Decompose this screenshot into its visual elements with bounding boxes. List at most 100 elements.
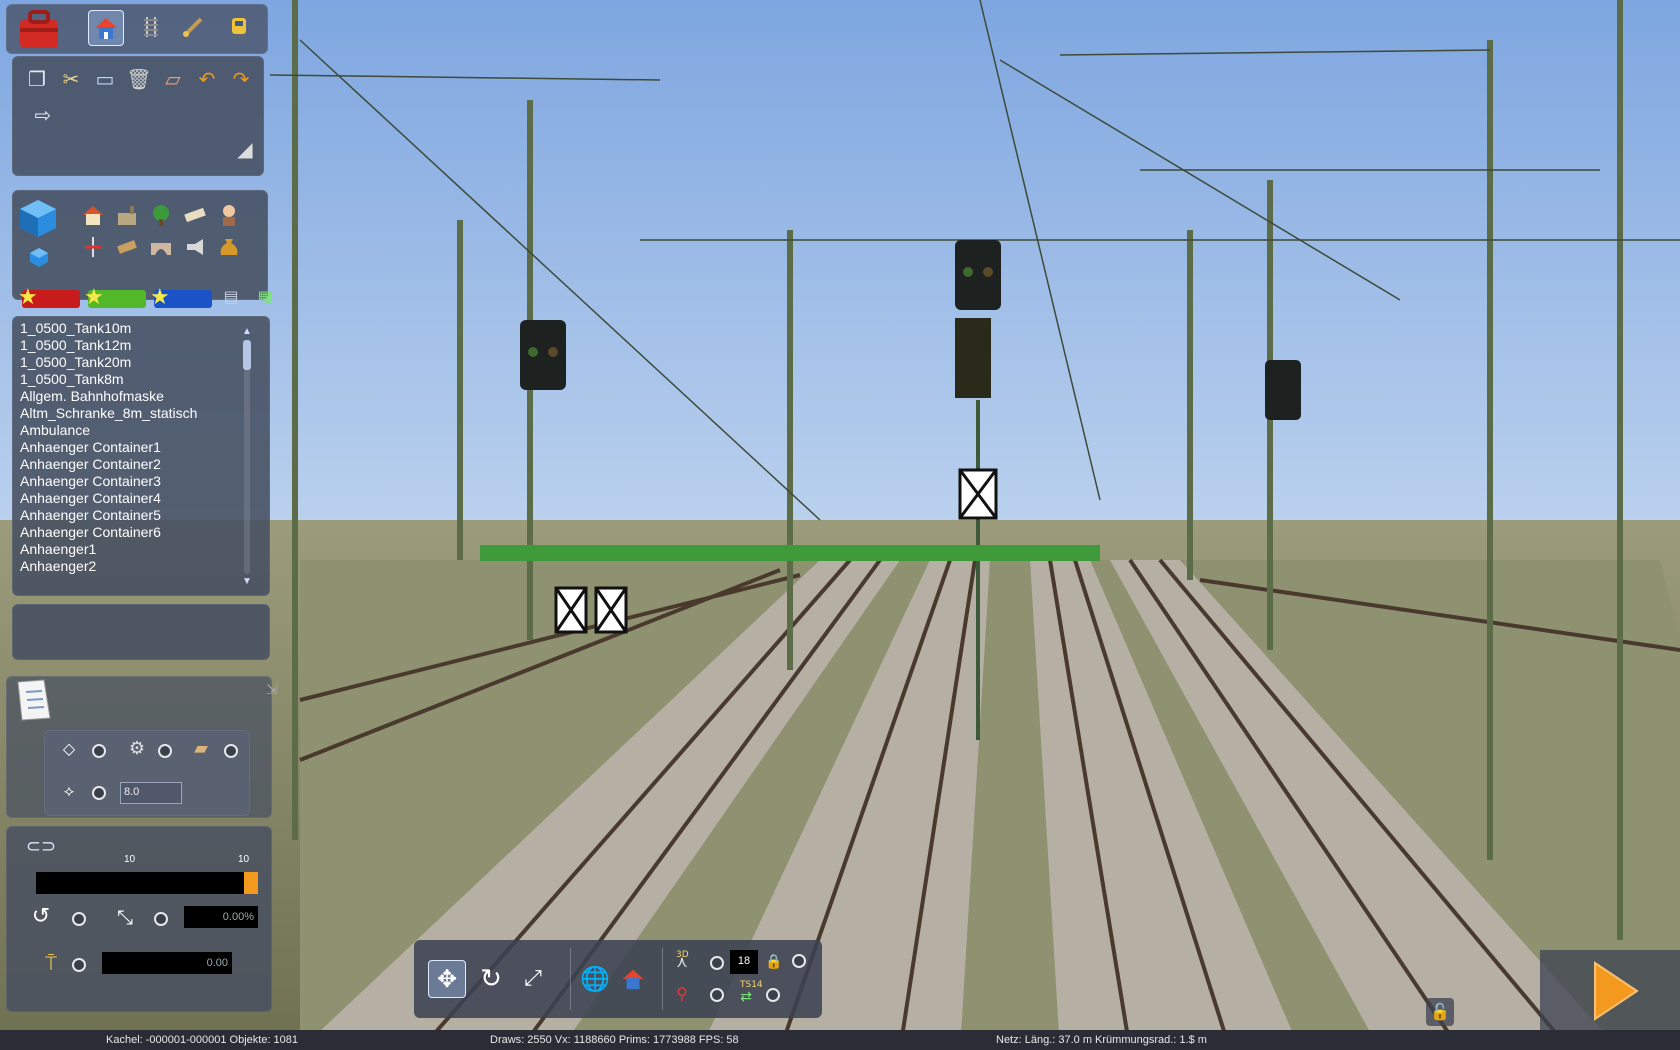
- tree-icon[interactable]: [146, 200, 176, 230]
- cube-large-icon[interactable]: [16, 196, 60, 240]
- separator: [570, 948, 571, 1010]
- size-slider-handle[interactable]: [244, 872, 258, 894]
- 3d-view-radio[interactable]: [710, 956, 724, 970]
- toolbox-icon[interactable]: [16, 8, 62, 52]
- ruler-icon[interactable]: [180, 200, 210, 230]
- list-item[interactable]: Altm_Schranke_8m_statisch: [20, 405, 242, 422]
- scroll-track[interactable]: [244, 340, 250, 574]
- list-item[interactable]: Anhaenger Container4: [20, 490, 242, 507]
- height-radio[interactable]: [72, 958, 86, 972]
- scroll-down-arrow[interactable]: ▼: [240, 576, 254, 588]
- track-magnet-icon[interactable]: ⚲: [670, 982, 694, 1006]
- favorite-green-button[interactable]: ★: [84, 287, 146, 309]
- paint-brush-icon[interactable]: [178, 12, 208, 42]
- play-button[interactable]: [1580, 956, 1650, 1026]
- play-area: [1540, 950, 1680, 1032]
- scroll-up-arrow[interactable]: ▲: [240, 326, 254, 338]
- size-slider[interactable]: [36, 872, 258, 894]
- list-item[interactable]: Anhaenger Container2: [20, 456, 242, 473]
- edit-tools-panel: ❐ ✂ ▭ 🗑 ▱ ↶ ↷ ⇨ ◢: [12, 56, 264, 176]
- plane-align-icon[interactable]: ◇: [54, 734, 84, 764]
- rotate-view-icon[interactable]: ↻: [472, 960, 510, 998]
- object-snap-icon[interactable]: ▰: [186, 734, 216, 764]
- rotate-icon[interactable]: ↺: [26, 902, 56, 932]
- favorite-red-button[interactable]: ★: [18, 287, 80, 309]
- gear-lock-radio[interactable]: [158, 744, 172, 758]
- list-view-icon[interactable]: ▤: [218, 284, 244, 310]
- copy-icon[interactable]: ❐: [22, 64, 52, 94]
- object-list-scrollbar[interactable]: ▲ ▼: [240, 326, 254, 588]
- home-icon[interactable]: [88, 10, 124, 46]
- globe-icon[interactable]: 🌐: [578, 962, 612, 996]
- grid-offset-input[interactable]: 8.0: [120, 782, 182, 804]
- signal-icon[interactable]: [78, 232, 108, 262]
- scale-radio[interactable]: [154, 912, 168, 926]
- sign-icon[interactable]: ⇨: [28, 100, 58, 130]
- grid-snap-icon[interactable]: ⟡: [54, 776, 84, 806]
- factory-icon[interactable]: [112, 200, 142, 230]
- scroll-thumb[interactable]: [243, 340, 251, 370]
- plane-align-radio[interactable]: [92, 744, 106, 758]
- undo-icon[interactable]: ↶: [192, 64, 222, 94]
- track-magnet-radio[interactable]: [710, 988, 724, 1002]
- 3d-view-icon[interactable]: ⋏: [670, 950, 694, 974]
- gear-lock-icon[interactable]: ⚙: [122, 734, 152, 764]
- unlock-icon[interactable]: 🔓: [1426, 998, 1454, 1026]
- zoom-extents-icon[interactable]: ⤢: [514, 960, 552, 998]
- eraser-icon[interactable]: ▱: [158, 64, 188, 94]
- status-net-info: Netz: Läng.: 37.0 m Krümmungsrad.: 1.$ m: [996, 1034, 1207, 1046]
- main-toolbar-panel: [6, 4, 268, 54]
- trash-icon[interactable]: 🗑: [124, 64, 154, 94]
- grid-snap-radio[interactable]: [92, 786, 106, 800]
- train-icon[interactable]: [224, 12, 254, 42]
- home-view-icon[interactable]: [616, 962, 650, 996]
- list-item[interactable]: 1_0500_Tank8m: [20, 371, 242, 388]
- horn-icon[interactable]: [180, 232, 210, 262]
- notepad-icon[interactable]: [12, 678, 56, 722]
- redo-icon[interactable]: ↷: [226, 64, 256, 94]
- person-icon[interactable]: [214, 200, 244, 230]
- list-item[interactable]: 1_0500_Tank10m: [20, 320, 242, 337]
- track-icon[interactable]: [136, 12, 166, 42]
- transform-panel: ⊂⊃ 10 10 ↺ ⤡ 0.00% ⍑ 0.00: [6, 826, 272, 1012]
- grid-view-icon[interactable]: ▦: [252, 284, 278, 310]
- cube-small-icon[interactable]: [24, 242, 54, 272]
- list-item[interactable]: Anhaenger Container5: [20, 507, 242, 524]
- height-icon[interactable]: ⍑: [36, 948, 66, 978]
- counter-field[interactable]: 18: [730, 950, 758, 974]
- list-item[interactable]: Ambulance: [20, 422, 242, 439]
- placement-options: ◇ ⚙ ▰ ⟡ 8.0: [44, 730, 250, 816]
- list-item[interactable]: Anhaenger Container6: [20, 524, 242, 541]
- scale-icon[interactable]: ⤡: [110, 902, 140, 932]
- list-item[interactable]: Allgem. Bahnhofmaske: [20, 388, 242, 405]
- height-value[interactable]: 0.00: [102, 952, 232, 974]
- lock-radio[interactable]: [792, 954, 806, 968]
- list-item[interactable]: 1_0500_Tank20m: [20, 354, 242, 371]
- status-tile-info: Kachel: -000001-000001 Objekte: 1081: [106, 1034, 299, 1046]
- list-item[interactable]: Anhaenger Container3: [20, 473, 242, 490]
- list-item[interactable]: Anhaenger1: [20, 541, 242, 558]
- move-all-icon[interactable]: ✥: [428, 960, 466, 998]
- pointer-icon[interactable]: ◢: [230, 134, 260, 164]
- list-item[interactable]: Anhaenger Container1: [20, 439, 242, 456]
- plank-icon[interactable]: [112, 232, 142, 262]
- cut-icon[interactable]: ✂: [56, 64, 86, 94]
- monitor-icon[interactable]: ▭: [90, 64, 120, 94]
- favorite-blue-button[interactable]: ★: [150, 287, 212, 309]
- ts14-radio[interactable]: [766, 988, 780, 1002]
- camera-toolbar: ✥ ↻ ⤢ 🌐 3D ⋏ 18 🔒 ⚲ TS14 ⇄: [414, 940, 822, 1018]
- ts14-icon[interactable]: ⇄: [734, 986, 758, 1008]
- toggle-switch-icon[interactable]: ⊂⊃: [26, 832, 56, 862]
- star-icon: ★: [150, 285, 170, 310]
- rotate-radio[interactable]: [72, 912, 86, 926]
- pin-icon[interactable]: ⇲: [262, 680, 282, 700]
- list-item[interactable]: Anhaenger2: [20, 558, 242, 575]
- sack-icon[interactable]: [214, 232, 244, 262]
- list-item[interactable]: 1_0500_Tank12m: [20, 337, 242, 354]
- object-snap-radio[interactable]: [224, 744, 238, 758]
- object-list[interactable]: 1_0500_Tank10m 1_0500_Tank12m 1_0500_Tank2…: [20, 320, 242, 585]
- lock-icon[interactable]: 🔒: [764, 950, 784, 974]
- rotation-value[interactable]: 0.00%: [184, 906, 258, 928]
- bridge-icon[interactable]: [146, 232, 176, 262]
- house-icon[interactable]: [78, 200, 108, 230]
